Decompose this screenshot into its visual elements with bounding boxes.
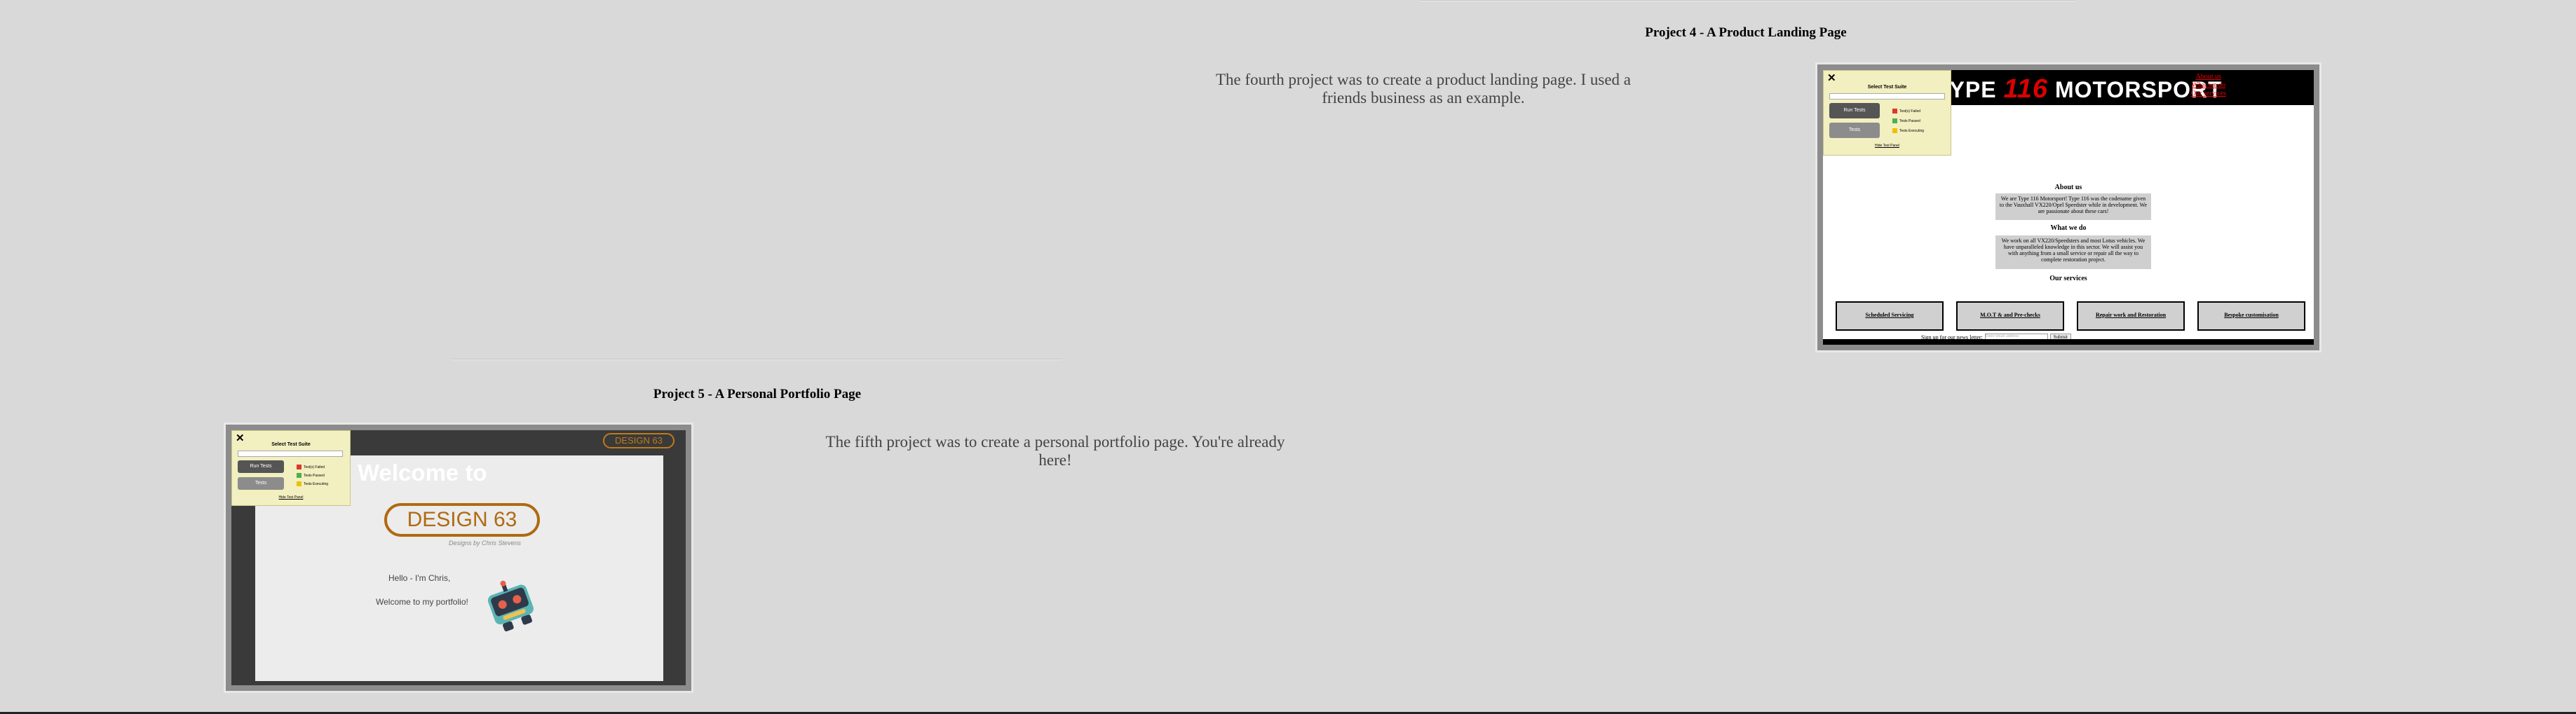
section-divider [1420, 0, 2075, 1]
p5-hello: Hello - I'm Chris, [388, 573, 451, 583]
p4-service-repair[interactable]: Repair work and Restoration [2077, 301, 2185, 331]
test-suite-select[interactable] [1829, 93, 1945, 99]
p4-nav-about[interactable]: About us [2191, 73, 2226, 81]
p4-services-heading: Our services [2049, 275, 2087, 282]
p4-nav-services[interactable]: Our services [2191, 90, 2226, 98]
legend-passed: Tests Passed [297, 473, 325, 478]
p4-what-heading: What we do [2050, 224, 2087, 232]
test-suite-select[interactable] [238, 451, 343, 457]
hide-test-panel-link[interactable]: Hide Test Panel [1824, 144, 1951, 148]
project4-screenshot[interactable]: TYPE 116 MOTORSPORT About us What we do … [1817, 64, 2319, 350]
tests-button[interactable]: Tests [1829, 123, 1880, 138]
project5-screenshot[interactable]: DESIGN 63 Welcome to DESIGN 63 Designs b… [226, 425, 691, 691]
legend-executing: Tests Executing [297, 481, 328, 486]
p4-about-heading: About us [2054, 184, 2082, 191]
run-tests-button[interactable]: Run Tests [1829, 103, 1880, 118]
project5-description: The fifth project was to create a person… [825, 433, 1285, 469]
run-tests-button[interactable]: Run Tests [238, 460, 284, 473]
p4-footer [1823, 339, 2314, 345]
legend-passed: Tests Passed [1892, 118, 1920, 123]
project4-description: The fourth project was to create a produ… [1215, 71, 1631, 107]
hide-test-panel-link[interactable]: Hide Test Panel [232, 495, 350, 500]
section-divider [452, 359, 1062, 360]
close-icon[interactable]: ✕ [1827, 73, 1836, 83]
p4-logo: TYPE 116 MOTORSPORT [1935, 74, 2223, 104]
p5-welcome-portfolio: Welcome to my portfolio! [376, 597, 468, 607]
p4-what-text: We work on all VX220/Speedsters and most… [1995, 235, 2151, 269]
p4-service-mot[interactable]: M.O.T & and Pre-checks [1956, 301, 2064, 331]
project5-heading: Project 5 - A Personal Portfolio Page [653, 387, 862, 401]
test-panel-title: Select Test Suite [1867, 85, 1907, 90]
project4-heading: Project 4 - A Product Landing Page [1645, 25, 1847, 40]
legend-failed: Test(s) Failed [1892, 109, 1920, 114]
p4-nav: About us What we do Our services [2191, 73, 2226, 98]
test-panel: ✕ Select Test Suite Run Tests Tests Test… [231, 430, 351, 506]
p4-about-text: We are Type 116 Motorsport! Type 116 was… [1995, 193, 2151, 220]
p5-tagline: Designs by Chris Stevens [449, 540, 522, 547]
robot-illustration [487, 580, 534, 632]
legend-failed: Test(s) Failed [297, 465, 325, 469]
p4-nav-what[interactable]: What we do [2191, 81, 2226, 90]
p4-service-servicing[interactable]: Scheduled Servicing [1836, 301, 1944, 331]
legend-executing: Tests Executing [1892, 128, 1924, 133]
p5-welcome: Welcome to [358, 460, 487, 486]
tests-button[interactable]: Tests [238, 477, 284, 490]
p4-logo-number: 116 [2003, 74, 2049, 104]
p5-logo-big: DESIGN 63 [384, 503, 540, 537]
test-panel: ✕ Select Test Suite Run Tests Tests Test… [1823, 70, 1951, 156]
test-panel-title: Select Test Suite [271, 442, 311, 447]
p4-service-custom[interactable]: Bespoke customisation [2197, 301, 2305, 331]
p5-logo-small: DESIGN 63 [603, 433, 674, 448]
